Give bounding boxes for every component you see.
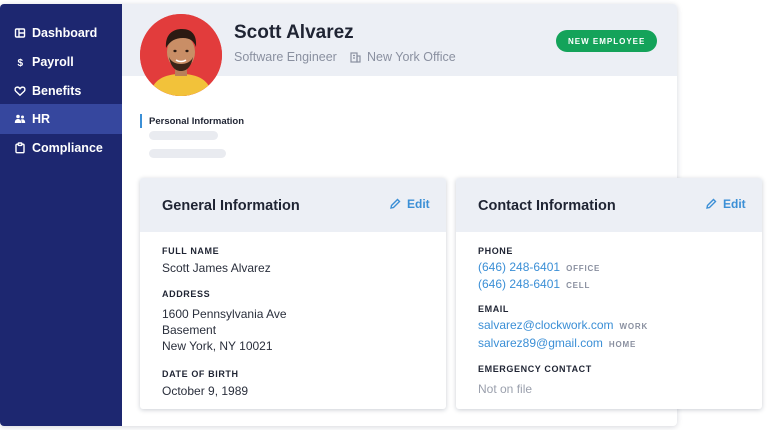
dollar-icon: $ <box>14 56 26 68</box>
sidebar-item-dashboard[interactable]: Dashboard <box>0 18 122 48</box>
general-information-card: General Information Edit FULL NAME Scott… <box>140 178 446 409</box>
sidebar-item-payroll[interactable]: $ Payroll <box>0 47 122 77</box>
email-link[interactable]: salvarez89@gmail.com <box>478 336 603 350</box>
sidebar-item-label: Dashboard <box>32 26 98 40</box>
phone-tag: OFFICE <box>566 264 601 273</box>
sidebar-item-hr[interactable]: HR <box>0 104 122 134</box>
edit-general-button[interactable]: Edit <box>389 197 430 211</box>
email-link[interactable]: salvarez@clockwork.com <box>478 318 614 332</box>
skeleton-line <box>149 149 226 158</box>
edit-label: Edit <box>407 197 430 211</box>
card-title: General Information <box>162 198 300 214</box>
sidebar: Dashboard $ Payroll Benefits HR Complian… <box>0 4 122 426</box>
email-tag: HOME <box>608 340 637 349</box>
address-line-3: New York, NY 10021 <box>162 339 273 353</box>
pencil-icon <box>706 198 717 209</box>
address-label: ADDRESS <box>162 289 211 299</box>
emergency-contact-label: EMERGENCY CONTACT <box>478 364 592 374</box>
sidebar-item-label: Payroll <box>32 55 74 69</box>
skeleton-line <box>149 131 218 140</box>
address-line-2: Basement <box>162 323 217 337</box>
phone-link[interactable]: (646) 248-6401 <box>478 260 560 274</box>
full-name-label: FULL NAME <box>162 246 220 256</box>
employee-name: Scott Alvarez <box>234 22 354 43</box>
sidebar-item-benefits[interactable]: Benefits <box>0 76 122 106</box>
dob-value: October 9, 1989 <box>162 384 249 398</box>
employee-title: Software Engineer <box>234 50 337 64</box>
email-work: salvarez@clockwork.com WORK <box>478 318 648 332</box>
building-icon <box>350 51 361 63</box>
full-name-value: Scott James Alvarez <box>162 261 271 275</box>
sidebar-item-compliance[interactable]: Compliance <box>0 133 122 163</box>
heart-icon <box>14 85 26 97</box>
edit-label: Edit <box>723 197 746 211</box>
contact-information-card: Contact Information Edit PHONE (646) 248… <box>456 178 762 409</box>
phone-tag: CELL <box>566 281 591 290</box>
sidebar-item-label: HR <box>32 112 51 126</box>
employee-header: Scott Alvarez Software Engineer New York… <box>122 4 677 96</box>
email-home: salvarez89@gmail.com HOME <box>478 336 636 350</box>
pencil-icon <box>390 198 401 209</box>
dashboard-icon <box>14 27 26 39</box>
email-tag: WORK <box>619 322 649 331</box>
dob-label: DATE OF BIRTH <box>162 369 239 379</box>
page: Dashboard $ Payroll Benefits HR Complian… <box>0 0 770 430</box>
phone-cell: (646) 248-6401 CELL <box>478 277 590 291</box>
status-badge: NEW EMPLOYEE <box>556 30 658 52</box>
card-title: Contact Information <box>478 198 616 214</box>
clipboard-icon <box>14 142 26 154</box>
address-line-1: 1600 Pennsylvania Ave <box>162 307 287 321</box>
edit-contact-button[interactable]: Edit <box>705 197 746 211</box>
people-icon <box>14 113 26 125</box>
employee-office: New York Office <box>350 50 456 64</box>
sidebar-item-label: Compliance <box>32 141 103 155</box>
avatar <box>140 14 222 96</box>
sidebar-item-label: Benefits <box>32 84 82 98</box>
email-label: EMAIL <box>478 304 509 314</box>
phone-office: (646) 248-6401 OFFICE <box>478 260 600 274</box>
emergency-contact-value: Not on file <box>478 382 533 396</box>
svg-text:$: $ <box>18 58 24 68</box>
phone-link[interactable]: (646) 248-6401 <box>478 277 560 291</box>
phone-label: PHONE <box>478 246 514 256</box>
office-label: New York Office <box>367 50 456 64</box>
section-title: Personal Information <box>140 114 244 128</box>
